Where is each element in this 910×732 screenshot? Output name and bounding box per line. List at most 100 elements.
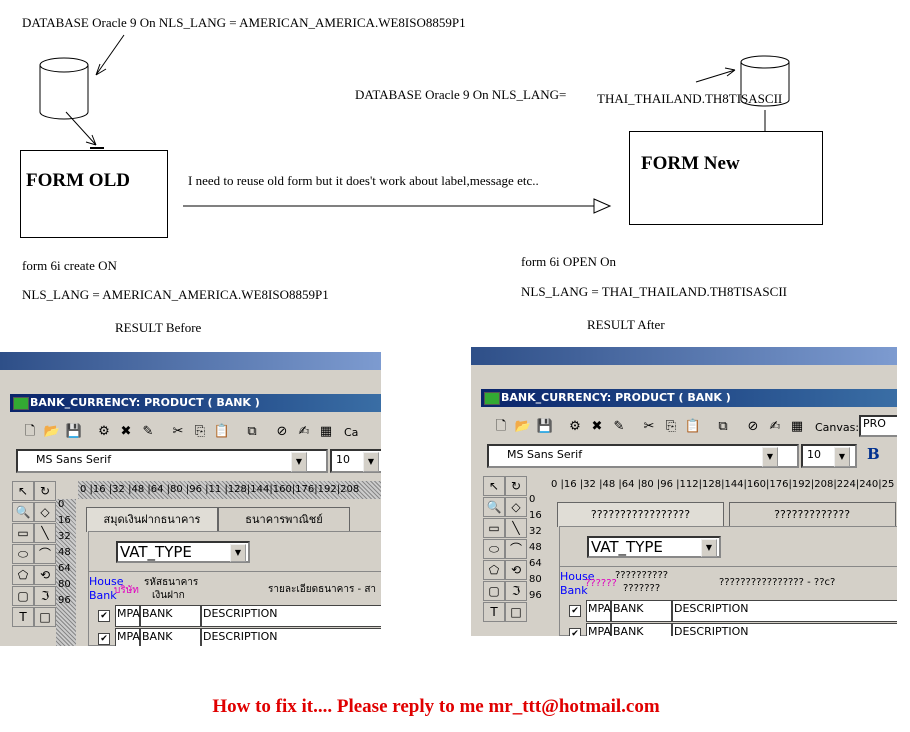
tab-2[interactable]: ธนาคารพาณิชย์ [218,507,350,532]
rotate-tool-icon[interactable]: ↻ [505,476,527,496]
text-tool-icon[interactable]: T [12,607,34,627]
ruler-tick-label: 32 [58,531,71,542]
save-icon[interactable]: 💾 [535,417,555,437]
compile-icon[interactable]: ✖ [116,422,136,442]
zoom-tool-icon[interactable]: 🔍 [12,502,34,522]
row-checkbox[interactable]: ✔ [98,633,110,645]
clear-icon[interactable]: ⊘ [272,422,292,442]
text-tool-icon[interactable]: T [483,602,505,622]
header-company: ?????? [585,578,617,589]
font-name-select[interactable]: MS Sans Serif [487,444,799,468]
chart-icon[interactable]: ▦ [787,417,807,437]
cell-description[interactable]: DESCRIPTION [672,623,897,636]
tab-1[interactable]: ????????????????? [557,502,724,527]
select-tool-icon[interactable]: ↖ [483,476,505,496]
header-bank: Bank [89,589,117,602]
header-divider [559,566,897,567]
copy-icon[interactable]: ⎘ [190,422,210,442]
polyline-tool-icon[interactable]: ⟲ [34,565,56,585]
open-icon[interactable]: 📂 [513,417,533,437]
arc-tool-icon[interactable]: ⌒ [34,544,56,564]
header-description: รายละเอียดธนาคาร - สา [268,584,377,595]
tab-2[interactable]: ????????????? [728,502,896,527]
edit-icon[interactable]: ✍ [765,417,785,437]
reshape-tool-icon[interactable]: ◇ [505,497,527,517]
dropdown-arrow-icon[interactable]: ▼ [230,544,246,562]
zoom-tool-icon[interactable]: 🔍 [483,497,505,517]
screenshot-before: BANK_CURRENCY: PRODUCT ( BANK ) 🗋 📂 💾 ⚙ ✖ ✎ ✂ ⎘ 📋… [0,352,381,646]
tab-1[interactable]: สมุดเงินฝากธนาคาร [86,507,218,532]
dropdown-arrow-icon[interactable]: ▼ [363,452,379,472]
cell-description[interactable]: DESCRIPTION [201,628,381,646]
row-checkbox[interactable]: ✔ [98,610,110,622]
frame-tool-icon[interactable]: □ [505,602,527,622]
canvas-select[interactable]: PRO [859,415,897,437]
cell-bank-code[interactable]: BANK [140,605,201,627]
row-checkbox[interactable]: ✔ [569,605,581,617]
line-tool-icon[interactable]: ╲ [34,523,56,543]
cell-bank-code[interactable]: BANK [611,623,672,636]
new-icon[interactable]: 🗋 [20,422,40,442]
polygon-tool-icon[interactable]: ⬠ [483,560,505,580]
ruler-tick-label: 64 [58,563,71,574]
cell-company[interactable]: MPA [586,600,611,622]
rounded-rect-tool-icon[interactable]: ▢ [483,581,505,601]
cut-icon[interactable]: ✂ [168,422,188,442]
layout-icon[interactable]: ⧉ [713,417,733,437]
compile-icon[interactable]: ✖ [587,417,607,437]
cell-company[interactable]: MPA [115,605,140,627]
window-title-bar: BANK_CURRENCY: PRODUCT ( BANK ) [481,389,897,407]
rotate-tool-icon[interactable]: ↻ [34,481,56,501]
ruler-tick-label: 96 [58,595,71,606]
freehand-tool-icon[interactable]: ℑ [505,581,527,601]
font-name-select[interactable]: MS Sans Serif [16,449,328,473]
dropdown-arrow-icon[interactable]: ▼ [291,452,307,472]
rectangle-tool-icon[interactable]: ▭ [483,518,505,538]
form-canvas: ?????????????????????????????? VAT_TYPE ▼ H… [549,494,897,636]
debug-icon[interactable]: ✎ [138,422,158,442]
cell-company[interactable]: MPA [586,623,611,636]
header-code-line1: ?????????? [615,570,669,581]
dropdown-arrow-icon[interactable]: ▼ [701,539,717,557]
chart-icon[interactable]: ▦ [316,422,336,442]
polygon-tool-icon[interactable]: ⬠ [12,565,34,585]
polyline-tool-icon[interactable]: ⟲ [505,560,527,580]
cell-bank-code[interactable]: BANK [611,600,672,622]
ruler-tick-label: 16 [529,510,542,521]
ellipse-tool-icon[interactable]: ⬭ [12,544,34,564]
dropdown-arrow-icon[interactable]: ▼ [834,447,850,467]
freehand-tool-icon[interactable]: ℑ [34,586,56,606]
reshape-tool-icon[interactable]: ◇ [34,502,56,522]
rounded-rect-tool-icon[interactable]: ▢ [12,586,34,606]
cell-description[interactable]: DESCRIPTION [201,605,381,627]
cut-icon[interactable]: ✂ [639,417,659,437]
new-icon[interactable]: 🗋 [491,417,511,437]
rectangle-tool-icon[interactable]: ▭ [12,523,34,543]
bold-button[interactable]: B [867,445,880,463]
debug-icon[interactable]: ✎ [609,417,629,437]
line-tool-icon[interactable]: ╲ [505,518,527,538]
save-icon[interactable]: 💾 [64,422,84,442]
layout-icon[interactable]: ⧉ [242,422,262,442]
arc-tool-icon[interactable]: ⌒ [505,539,527,559]
ellipse-tool-icon[interactable]: ⬭ [483,539,505,559]
paste-icon[interactable]: 📋 [683,417,703,437]
cell-company[interactable]: MPA [115,628,140,646]
header-code-line2: ??????? [623,583,661,594]
dropdown-arrow-icon[interactable]: ▼ [762,447,778,467]
run-icon[interactable]: ⚙ [565,417,585,437]
select-tool-icon[interactable]: ↖ [12,481,34,501]
clear-icon[interactable]: ⊘ [743,417,763,437]
edit-icon[interactable]: ✍ [294,422,314,442]
open-icon[interactable]: 📂 [42,422,62,442]
run-icon[interactable]: ⚙ [94,422,114,442]
arrow-old-to-new [183,198,612,214]
row-checkbox[interactable]: ✔ [569,628,581,636]
ruler-tick-label: 48 [529,542,542,553]
cell-description[interactable]: DESCRIPTION [672,600,897,622]
copy-icon[interactable]: ⎘ [661,417,681,437]
paste-icon[interactable]: 📋 [212,422,232,442]
cell-bank-code[interactable]: BANK [140,628,201,646]
ruler-tick-label: 64 [529,558,542,569]
frame-tool-icon[interactable]: □ [34,607,56,627]
